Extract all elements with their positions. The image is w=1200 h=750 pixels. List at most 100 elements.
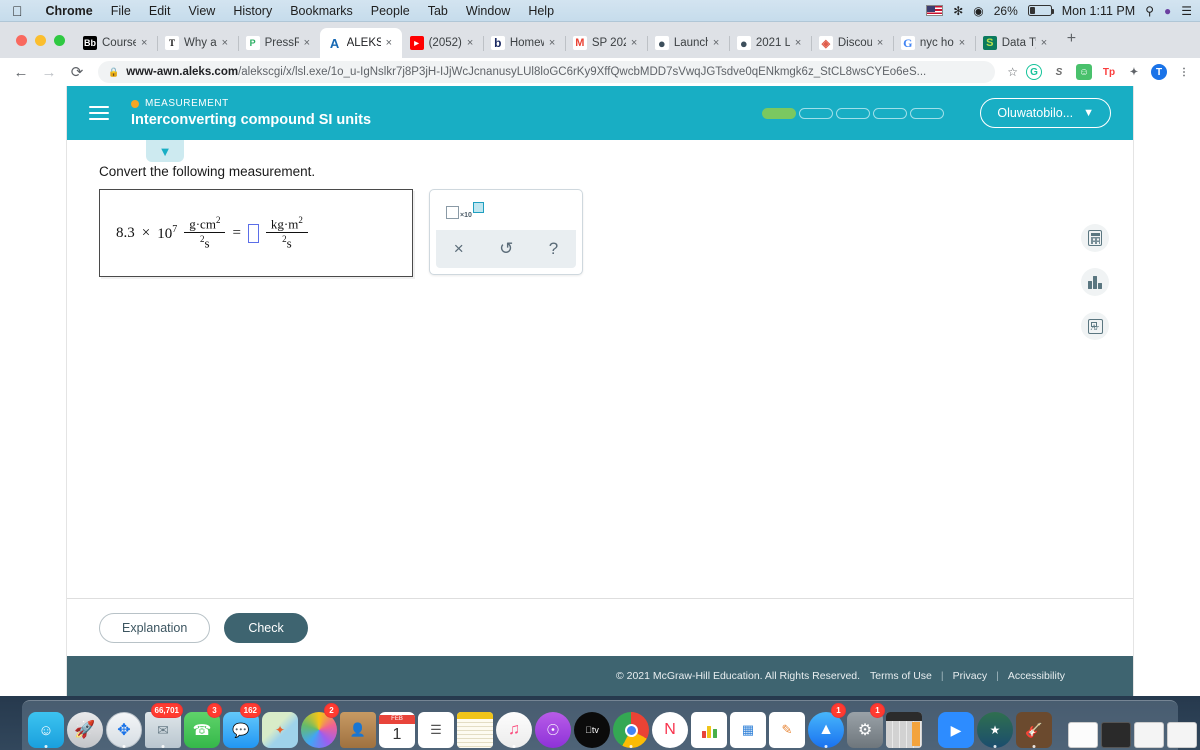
dock-item-minimized-window-3[interactable]	[1134, 704, 1164, 748]
browser-tab-aleks-active[interactable]: A ALEKS ×	[319, 28, 402, 58]
dock-item-zoom[interactable]: ▶	[938, 704, 974, 748]
dock-item-calendar[interactable]: FEB 1	[379, 704, 415, 748]
answer-input[interactable]	[247, 223, 259, 243]
bluetooth-icon[interactable]: ✻	[953, 5, 963, 17]
dock-item-news[interactable]: N	[652, 704, 688, 748]
dock-item-launchpad[interactable]: 🚀	[67, 704, 103, 748]
wifi-icon[interactable]: ◉	[973, 5, 983, 17]
browser-tab-6[interactable]: M SP 202 ×	[565, 28, 648, 58]
back-button[interactable]: ←	[8, 59, 34, 85]
reload-button[interactable]: ⟳	[64, 59, 90, 85]
dock-item-app-store[interactable]: ▲ 1	[808, 703, 846, 748]
menu-tab[interactable]: Tab	[419, 4, 457, 18]
menu-edit[interactable]: Edit	[140, 4, 180, 18]
dock-item-notes[interactable]	[457, 704, 493, 748]
dock-item-reminders[interactable]: ☰	[418, 704, 454, 748]
siri-icon[interactable]: ●	[1164, 5, 1171, 17]
dock-item-pages[interactable]: ✎	[769, 704, 805, 748]
tab-close-icon[interactable]: ×	[959, 37, 969, 49]
new-tab-button[interactable]: +	[1057, 30, 1086, 58]
control-center-icon[interactable]: ☰	[1181, 5, 1192, 17]
browser-tab-1[interactable]: T Why a ×	[157, 28, 239, 58]
tab-close-icon[interactable]: ×	[631, 37, 641, 49]
menubar-clock[interactable]: Mon 1:11 PM	[1062, 4, 1135, 18]
menu-bookmarks[interactable]: Bookmarks	[281, 4, 362, 18]
check-button[interactable]: Check	[224, 612, 308, 643]
tab-close-icon[interactable]: ×	[795, 37, 805, 49]
dock-item-numbers[interactable]	[691, 704, 727, 748]
undo-button[interactable]: ↺	[499, 239, 513, 259]
dock-item-contacts[interactable]: 👤	[340, 704, 376, 748]
dock-item-finder[interactable]: ☺	[28, 704, 64, 748]
browser-tab-4[interactable]: ▶ (2052) ×	[402, 28, 484, 58]
battery-icon[interactable]	[1027, 5, 1055, 16]
search-icon[interactable]: ⚲	[1145, 5, 1154, 17]
clear-button[interactable]: ×	[454, 239, 464, 259]
dock-item-minimized-window-2[interactable]	[1101, 704, 1131, 748]
dock-item-minimized-window-1[interactable]	[1068, 704, 1098, 748]
menu-people[interactable]: People	[362, 4, 419, 18]
dock-item-calculator[interactable]	[886, 704, 922, 748]
calculator-tool-button[interactable]	[1081, 224, 1109, 252]
dock-item-imovie[interactable]: ★	[977, 704, 1013, 748]
dock-item-podcasts[interactable]: ☉	[535, 704, 571, 748]
tab-close-icon[interactable]: ×	[141, 37, 151, 49]
browser-tab-11[interactable]: S Data Ty ×	[975, 28, 1057, 58]
browser-tab-2[interactable]: P PressR ×	[238, 28, 321, 58]
bookmark-star-icon[interactable]: ☆	[1003, 65, 1018, 79]
dock-item-system-preferences[interactable]: ⚙ 1	[847, 703, 885, 748]
menu-help[interactable]: Help	[519, 4, 563, 18]
tab-close-icon[interactable]: ×	[713, 37, 723, 49]
browser-tab-8[interactable]: ● 2021 L ×	[729, 28, 812, 58]
tab-close-icon[interactable]: ×	[304, 37, 314, 49]
privacy-link[interactable]: Privacy	[953, 670, 987, 682]
menu-history[interactable]: History	[224, 4, 281, 18]
sumo-extension-icon[interactable]: S	[1051, 64, 1067, 80]
tab-close-icon[interactable]: ×	[549, 37, 559, 49]
dock-item-mail[interactable]: ✉ 66,701	[145, 703, 183, 748]
forward-button[interactable]: →	[36, 59, 62, 85]
menu-window[interactable]: Window	[457, 4, 519, 18]
dock-item-apple-tv[interactable]: tv	[574, 704, 610, 748]
explanation-button[interactable]: Explanation	[99, 612, 211, 643]
browser-tab-7[interactable]: ● Launch ×	[647, 28, 730, 58]
dock-item-facetime[interactable]: ☎ 3	[184, 703, 222, 748]
close-window-button[interactable]	[16, 35, 27, 46]
browser-tab-10[interactable]: G nyc ho ×	[893, 28, 976, 58]
browser-tab-9[interactable]: ◈ Discou ×	[811, 28, 894, 58]
honey-extension-icon[interactable]: ☺	[1076, 64, 1092, 80]
dock-item-music[interactable]: ♫	[496, 704, 532, 748]
dock-item-maps[interactable]: ✦	[262, 704, 298, 748]
profile-avatar[interactable]: T	[1151, 64, 1167, 80]
scientific-notation-button[interactable]: ×10	[446, 201, 484, 219]
dock-item-safari[interactable]: ✥	[106, 704, 142, 748]
dock-item-keynote[interactable]: ▦	[730, 704, 766, 748]
dock-item-messages[interactable]: 💬 162	[223, 703, 261, 748]
input-language-flag-icon[interactable]	[926, 5, 944, 16]
browser-tab-0[interactable]: Bb Course ×	[75, 28, 158, 58]
address-bar[interactable]: 🔒 www-awn.aleks.com/alekscgi/x/lsl.exe/1…	[98, 61, 996, 83]
tab-close-icon[interactable]: ×	[877, 37, 887, 49]
minimize-window-button[interactable]	[35, 35, 46, 46]
accessibility-link[interactable]: Accessibility	[1008, 670, 1065, 682]
extensions-puzzle-icon[interactable]: ✦	[1126, 64, 1142, 80]
hamburger-menu-icon[interactable]	[89, 100, 115, 126]
dock-item-photos[interactable]: 2	[301, 703, 339, 748]
user-menu-button[interactable]: Oluwatobilo... ▼	[980, 98, 1111, 128]
tab-close-icon[interactable]: ×	[1041, 37, 1051, 49]
teachers-pay-teachers-extension-icon[interactable]: Tp	[1101, 64, 1117, 80]
menu-file[interactable]: File	[102, 4, 140, 18]
data-tool-button[interactable]	[1081, 268, 1109, 296]
apple-menu-icon[interactable]: 	[12, 4, 23, 18]
tab-close-icon[interactable]: ×	[467, 37, 477, 49]
chrome-menu-icon[interactable]: ⋮	[1176, 64, 1192, 80]
periodic-table-tool-button[interactable]: Ar	[1081, 312, 1109, 340]
tab-close-icon[interactable]: ×	[222, 37, 232, 49]
dock-item-garageband[interactable]: 🎸	[1016, 704, 1052, 748]
terms-of-use-link[interactable]: Terms of Use	[870, 670, 932, 682]
dock-item-minimized-window-4[interactable]	[1167, 704, 1197, 748]
grammarly-extension-icon[interactable]: G	[1026, 64, 1042, 80]
tab-close-icon[interactable]: ×	[386, 37, 396, 49]
dock-item-chrome[interactable]	[613, 704, 649, 748]
menu-chrome[interactable]: Chrome	[37, 4, 102, 18]
